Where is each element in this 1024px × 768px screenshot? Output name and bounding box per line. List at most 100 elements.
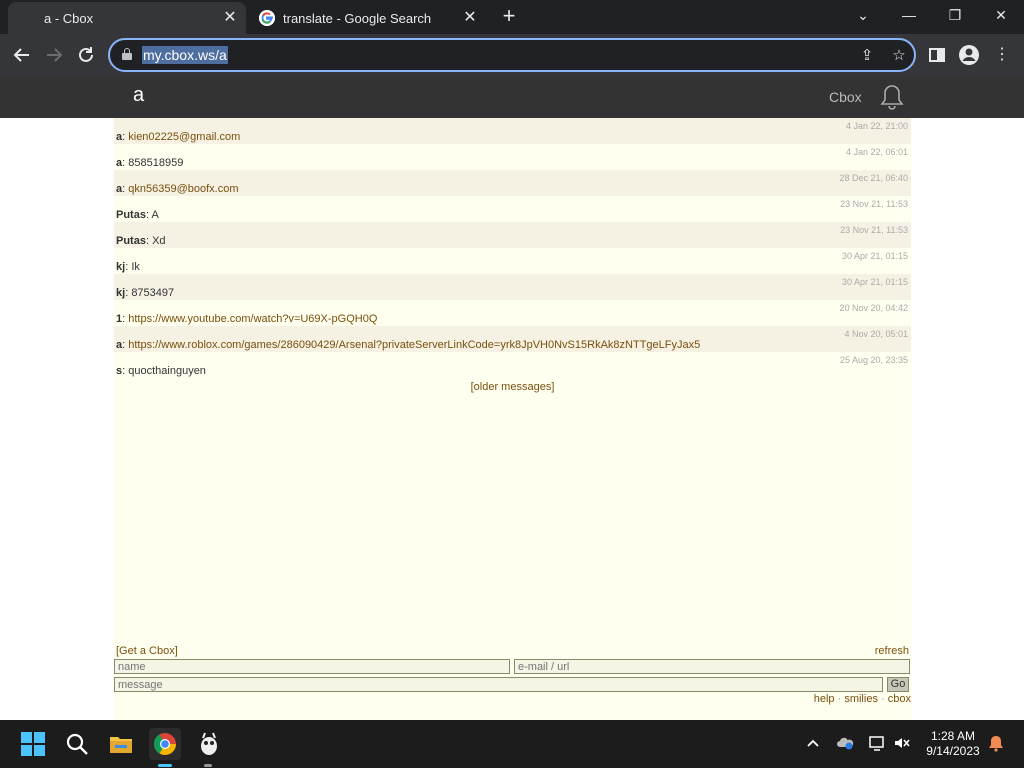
network-icon[interactable] (868, 735, 886, 754)
message-row: 30 Apr 21, 01:15 kj: Ik (114, 248, 911, 274)
volume-icon[interactable] (893, 735, 911, 754)
running-indicator (204, 764, 212, 767)
message-row: 23 Nov 21, 11:53 Putas: Xd (114, 222, 911, 248)
search-icon[interactable] (61, 728, 93, 760)
message-line: kj: 8753497 (116, 287, 174, 299)
message-field[interactable] (114, 677, 883, 692)
address-text[interactable]: my.cbox.ws/a (142, 46, 228, 64)
message-link[interactable]: https://www.roblox.com/games/286090429/A… (128, 339, 700, 351)
tab-title: a - Cbox (44, 10, 94, 26)
cbox-brand-link[interactable]: Cbox (829, 89, 862, 105)
go-button[interactable]: Go (887, 677, 909, 692)
help-link[interactable]: help (814, 693, 835, 705)
close-icon[interactable]: ✕ (462, 10, 478, 26)
message-row: 23 Nov 21, 11:53 Putas: A (114, 196, 911, 222)
browser-window: a - Cbox ✕ translate - Google Search ✕ +… (0, 0, 1024, 768)
message-author: Putas (116, 235, 146, 247)
app-icon[interactable] (193, 728, 225, 760)
reload-icon (79, 47, 93, 62)
reload-button[interactable] (73, 42, 99, 68)
menu-icon[interactable]: ⋮ (991, 44, 1013, 66)
taskbar: 1:28 AM 9/14/2023 (0, 720, 1024, 768)
share-icon[interactable]: ⇪ (857, 46, 877, 66)
message-timestamp: 23 Nov 21, 11:53 (840, 225, 908, 235)
back-arrow-icon (13, 48, 29, 62)
active-indicator (158, 764, 172, 767)
message-link[interactable]: qkn56359@boofx.com (128, 183, 238, 195)
message-timestamp: 20 Nov 20, 04:42 (839, 303, 908, 313)
separator: · (881, 693, 888, 705)
message-line: s: quocthainguyen (116, 365, 206, 377)
smilies-link[interactable]: smilies (844, 693, 878, 705)
address-bar[interactable]: my.cbox.ws/a ⇪ ☆ (108, 38, 916, 72)
message-timestamp: 4 Jan 22, 21:00 (845, 121, 908, 131)
message-link[interactable]: kien02225@gmail.com (128, 131, 240, 143)
chevron-up-icon[interactable] (805, 735, 821, 754)
message-timestamp: 28 Dec 21, 06:40 (839, 173, 908, 183)
message-text: 858518959 (128, 157, 184, 169)
message-row: 30 Apr 21, 01:15 kj: 8753497 (114, 274, 911, 300)
message-line: Putas: A (116, 209, 159, 221)
message-text: Ik (131, 261, 140, 273)
message-row: 4 Nov 20, 05:01 a: https://www.roblox.com… (114, 326, 911, 352)
message-text: 8753497 (131, 287, 175, 299)
close-window-button[interactable]: ✕ (978, 0, 1024, 32)
chrome-icon[interactable] (149, 728, 181, 760)
older-messages-link[interactable]: [older messages] (114, 381, 911, 393)
get-cbox-link[interactable]: [Get a Cbox] (116, 645, 178, 657)
bell-icon[interactable] (880, 83, 904, 111)
message-row: 20 Nov 20, 04:42 1: https://www.youtube.c… (114, 300, 911, 326)
message-line: a: qkn56359@boofx.com (116, 183, 239, 195)
side-panel-icon[interactable] (926, 44, 948, 66)
message-timestamp: 4 Nov 20, 05:01 (844, 329, 908, 339)
start-icon[interactable] (17, 728, 49, 760)
message-author: kj (116, 261, 126, 273)
cbox-link[interactable]: cbox (888, 693, 911, 705)
new-tab-button[interactable]: + (496, 4, 522, 30)
message-line: 1: https://www.youtube.com/watch?v=U69X-… (116, 313, 377, 325)
message-line: Putas: Xd (116, 235, 166, 247)
file-explorer-icon[interactable] (105, 728, 137, 760)
message-line: a: kien02225@gmail.com (116, 131, 240, 143)
tab-title: translate - Google Search (283, 10, 432, 26)
page-content: 4 Jan 22, 21:00 a: kien02225@gmail.com 4 J… (0, 118, 1024, 720)
refresh-link[interactable]: refresh (875, 645, 909, 657)
onedrive-icon[interactable] (836, 735, 854, 754)
clock[interactable]: 1:28 AM 9/14/2023 (924, 729, 982, 759)
cbox-panel: 4 Jan 22, 21:00 a: kien02225@gmail.com 4 J… (114, 118, 911, 720)
cbox-title: a (133, 84, 145, 106)
close-icon[interactable]: ✕ (222, 10, 238, 26)
message-timestamp: 25 Aug 20, 23:35 (839, 355, 908, 365)
browser-toolbar: my.cbox.ws/a ⇪ ☆ ⋮ (0, 34, 1024, 76)
tab-strip: a - Cbox ✕ translate - Google Search ✕ +… (0, 0, 1024, 34)
back-button[interactable] (9, 42, 35, 68)
message-link[interactable]: https://www.youtube.com/watch?v=U69X-pGQ… (128, 313, 377, 325)
message-timestamp: 4 Jan 22, 06:01 (845, 147, 908, 157)
profile-icon[interactable] (958, 44, 980, 66)
message-text: A (151, 209, 159, 221)
message-row: 28 Dec 21, 06:40 a: qkn56359@boofx.com (114, 170, 911, 196)
email-field[interactable] (514, 659, 910, 674)
lock-icon[interactable] (122, 48, 132, 60)
google-icon (259, 10, 275, 26)
message-author: kj (116, 287, 126, 299)
message-row: 4 Jan 22, 06:01 a: 858518959 (114, 144, 911, 170)
forward-button[interactable] (41, 42, 67, 68)
message-list: 4 Jan 22, 21:00 a: kien02225@gmail.com 4 J… (114, 118, 911, 378)
tab-cbox[interactable]: a - Cbox ✕ (8, 2, 246, 34)
message-author: Putas (116, 209, 146, 221)
tab-google-search[interactable]: translate - Google Search ✕ (248, 2, 486, 34)
tab-search-icon[interactable]: ⌄ (840, 0, 886, 32)
restore-button[interactable]: ❐ (932, 0, 978, 32)
message-row: 25 Aug 20, 23:35 s: quocthainguyen (114, 352, 911, 378)
forward-arrow-icon (47, 48, 63, 62)
message-row: 4 Jan 22, 21:00 a: kien02225@gmail.com (114, 118, 911, 144)
minimize-button[interactable]: — (886, 0, 932, 32)
notification-bell-icon[interactable] (987, 734, 1005, 755)
bookmark-star-icon[interactable]: ☆ (889, 46, 909, 66)
clock-time: 1:28 AM (930, 729, 976, 743)
message-timestamp: 30 Apr 21, 01:15 (841, 251, 908, 261)
name-field[interactable] (114, 659, 510, 674)
message-text: Xd (152, 235, 166, 247)
cbox-header: a Cbox (0, 76, 1024, 118)
